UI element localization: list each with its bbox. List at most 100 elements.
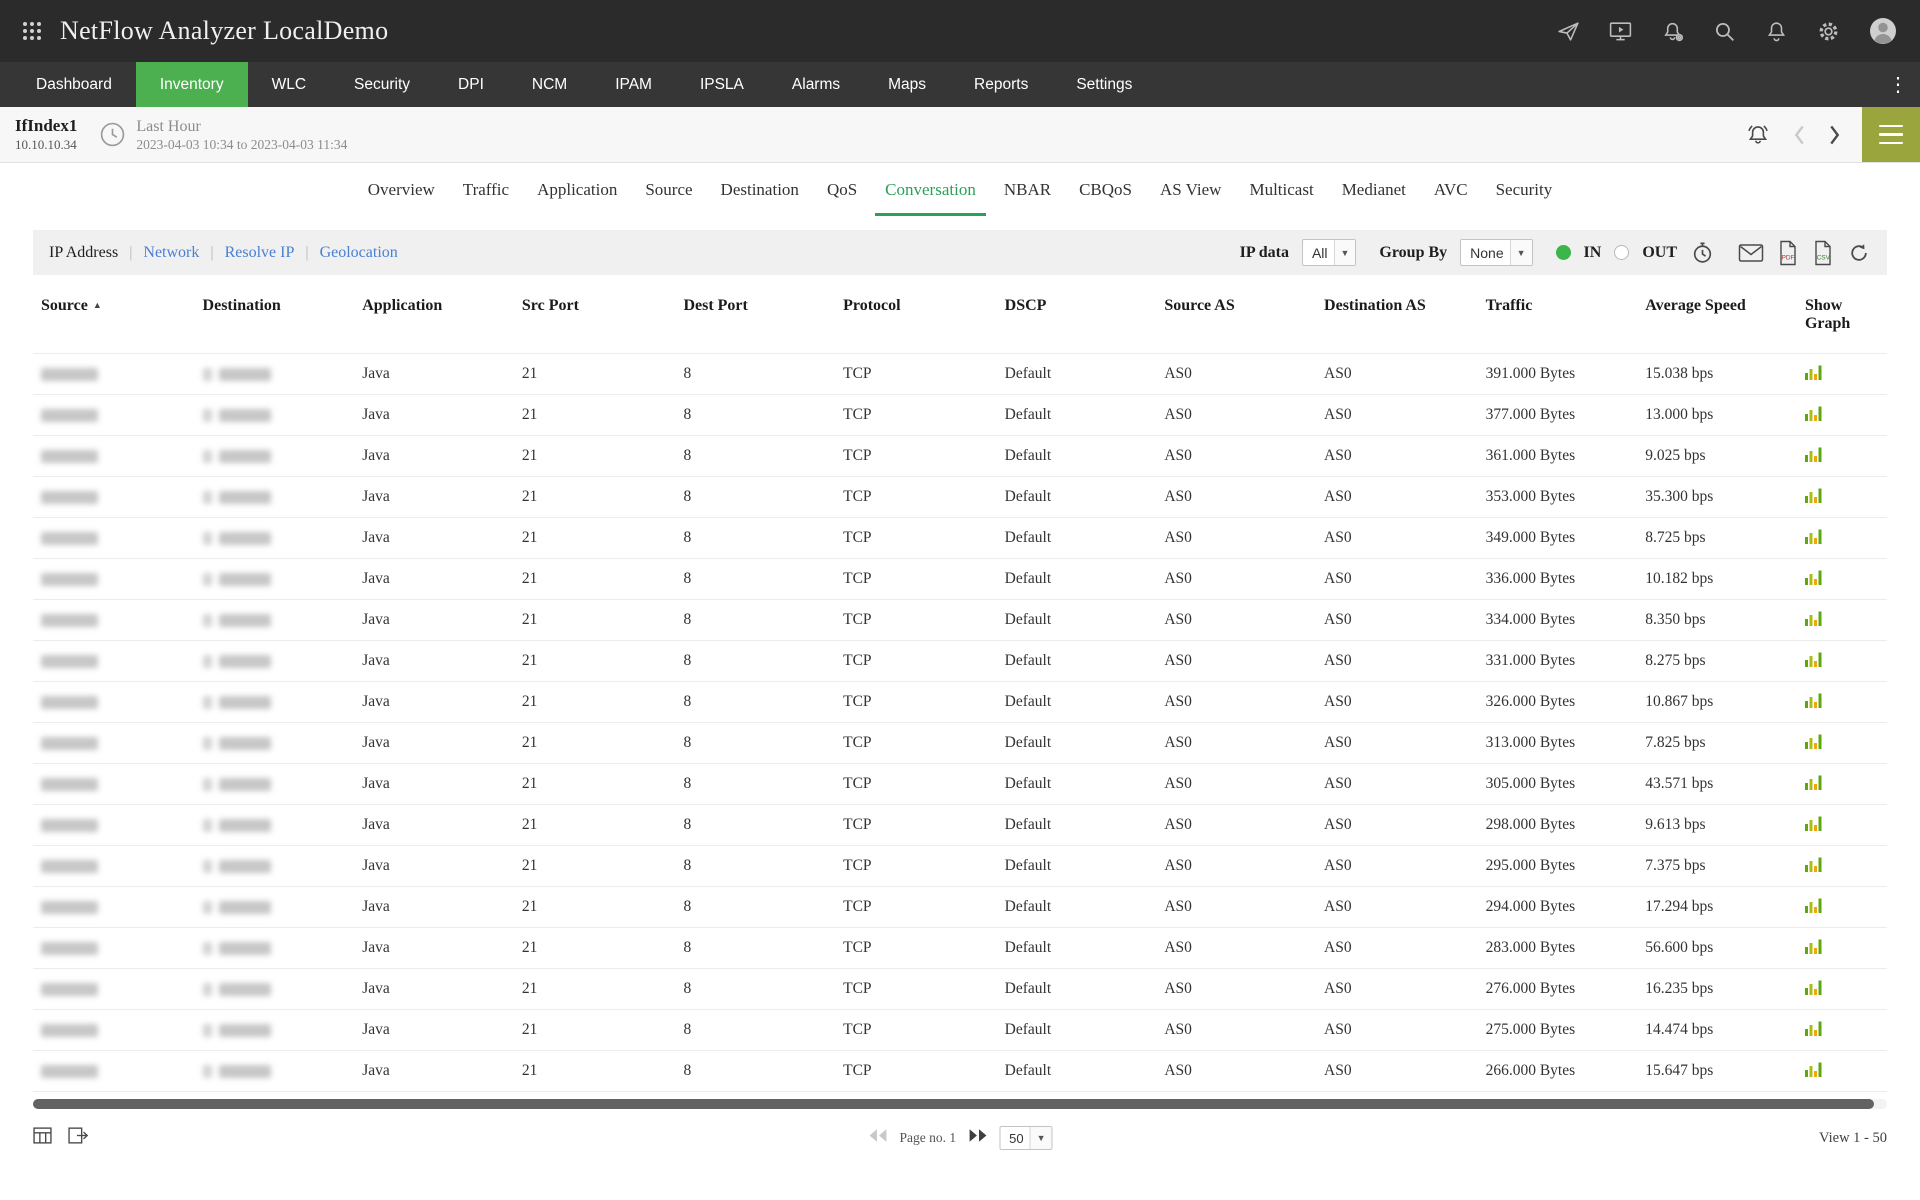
tab-multicast[interactable]: Multicast bbox=[1235, 163, 1327, 216]
bar-chart-icon[interactable] bbox=[1805, 405, 1823, 421]
column-header-destination[interactable]: Destination bbox=[195, 275, 355, 354]
scrollbar-thumb[interactable] bbox=[33, 1099, 1874, 1109]
filter-link-resolve-ip[interactable]: Resolve IP bbox=[225, 244, 295, 262]
refresh-icon[interactable] bbox=[1847, 241, 1871, 265]
bar-chart-icon[interactable] bbox=[1805, 856, 1823, 872]
nav-item-settings[interactable]: Settings bbox=[1052, 62, 1156, 107]
horizontal-scrollbar[interactable] bbox=[33, 1099, 1887, 1109]
bar-chart-icon[interactable] bbox=[1805, 815, 1823, 831]
bar-chart-icon[interactable] bbox=[1805, 897, 1823, 913]
column-header-application[interactable]: Application bbox=[354, 275, 514, 354]
ip-data-select[interactable]: All ▼ bbox=[1302, 239, 1356, 266]
bar-chart-icon[interactable] bbox=[1805, 692, 1823, 708]
column-header-destination-as[interactable]: Destination AS bbox=[1316, 275, 1478, 354]
alarm-bell-icon[interactable] bbox=[1744, 121, 1772, 149]
column-header-source-as[interactable]: Source AS bbox=[1156, 275, 1316, 354]
cell-application: Java bbox=[354, 1010, 514, 1051]
cell-traffic: 334.000 Bytes bbox=[1478, 600, 1638, 641]
export-pdf-icon[interactable]: PDF bbox=[1777, 240, 1799, 266]
column-header-protocol[interactable]: Protocol bbox=[835, 275, 997, 354]
tab-traffic[interactable]: Traffic bbox=[449, 163, 523, 216]
nav-item-ipsla[interactable]: IPSLA bbox=[676, 62, 768, 107]
tab-as-view[interactable]: AS View bbox=[1146, 163, 1235, 216]
apps-grid-icon[interactable] bbox=[22, 21, 42, 41]
tab-overview[interactable]: Overview bbox=[354, 163, 449, 216]
bar-chart-icon[interactable] bbox=[1805, 733, 1823, 749]
cell-dest-port: 8 bbox=[675, 518, 835, 559]
tab-qos[interactable]: QoS bbox=[813, 163, 871, 216]
tab-cbqos[interactable]: CBQoS bbox=[1065, 163, 1146, 216]
nav-item-dpi[interactable]: DPI bbox=[434, 62, 508, 107]
bar-chart-icon[interactable] bbox=[1805, 1020, 1823, 1036]
bar-chart-icon[interactable] bbox=[1805, 569, 1823, 585]
in-radio[interactable] bbox=[1556, 245, 1571, 260]
tab-avc[interactable]: AVC bbox=[1420, 163, 1482, 216]
cell-src-port: 21 bbox=[514, 887, 676, 928]
device-info: IfIndex1 10.10.10.34 bbox=[15, 116, 77, 152]
next-interface-icon[interactable] bbox=[1827, 123, 1842, 147]
bar-chart-icon[interactable] bbox=[1805, 528, 1823, 544]
nav-item-reports[interactable]: Reports bbox=[950, 62, 1052, 107]
column-header-src-port[interactable]: Src Port bbox=[514, 275, 676, 354]
stopwatch-icon[interactable] bbox=[1690, 240, 1715, 265]
filter-link-network[interactable]: Network bbox=[143, 244, 199, 262]
cell-source bbox=[33, 477, 195, 518]
group-by-label: Group By bbox=[1379, 244, 1447, 262]
filter-link-ip-address[interactable]: IP Address bbox=[49, 244, 118, 262]
column-header-traffic[interactable]: Traffic bbox=[1478, 275, 1638, 354]
user-avatar[interactable] bbox=[1868, 16, 1898, 46]
filter-link-geolocation[interactable]: Geolocation bbox=[320, 244, 398, 262]
nav-item-dashboard[interactable]: Dashboard bbox=[12, 62, 136, 107]
nav-item-maps[interactable]: Maps bbox=[864, 62, 950, 107]
prev-interface-icon[interactable] bbox=[1792, 123, 1807, 147]
bar-chart-icon[interactable] bbox=[1805, 1061, 1823, 1077]
tab-source[interactable]: Source bbox=[631, 163, 706, 216]
bar-chart-icon[interactable] bbox=[1805, 364, 1823, 380]
clock-icon[interactable] bbox=[99, 121, 126, 148]
first-page-icon[interactable] bbox=[867, 1128, 888, 1148]
nav-item-ncm[interactable]: NCM bbox=[508, 62, 591, 107]
bar-chart-icon[interactable] bbox=[1805, 979, 1823, 995]
column-header-dest-port[interactable]: Dest Port bbox=[675, 275, 835, 354]
nav-item-security[interactable]: Security bbox=[330, 62, 434, 107]
bar-chart-icon[interactable] bbox=[1805, 610, 1823, 626]
alarm-settings-icon[interactable] bbox=[1660, 19, 1685, 44]
search-icon[interactable] bbox=[1712, 19, 1737, 44]
page-size-select[interactable]: 50 ▼ bbox=[999, 1126, 1052, 1150]
time-period[interactable]: Last Hour 2023-04-03 10:34 to 2023-04-03… bbox=[136, 117, 347, 153]
export-table-icon[interactable] bbox=[68, 1127, 89, 1149]
next-page-icon[interactable] bbox=[967, 1128, 988, 1148]
tab-destination[interactable]: Destination bbox=[707, 163, 813, 216]
tab-conversation[interactable]: Conversation bbox=[871, 163, 990, 216]
nav-more-menu-icon[interactable]: ⋮ bbox=[1876, 62, 1920, 107]
bar-chart-icon[interactable] bbox=[1805, 487, 1823, 503]
bar-chart-icon[interactable] bbox=[1805, 938, 1823, 954]
nav-item-ipam[interactable]: IPAM bbox=[591, 62, 676, 107]
tab-medianet[interactable]: Medianet bbox=[1328, 163, 1420, 216]
table-settings-icon[interactable] bbox=[33, 1127, 52, 1149]
email-icon[interactable] bbox=[1738, 243, 1764, 263]
screen-share-icon[interactable] bbox=[1608, 19, 1633, 44]
conversation-content: IP Address|Network|Resolve IP|Geolocatio… bbox=[0, 216, 1920, 1109]
column-header-show-graph[interactable]: Show Graph bbox=[1797, 275, 1887, 354]
bar-chart-icon[interactable] bbox=[1805, 774, 1823, 790]
column-header-source[interactable]: Source▲ bbox=[33, 275, 195, 354]
settings-gear-icon[interactable] bbox=[1816, 19, 1841, 44]
launch-icon[interactable] bbox=[1556, 19, 1581, 44]
interface-menu-button[interactable] bbox=[1862, 107, 1920, 162]
bar-chart-icon[interactable] bbox=[1805, 651, 1823, 667]
export-csv-icon[interactable]: CSV bbox=[1812, 240, 1834, 266]
bar-chart-icon[interactable] bbox=[1805, 446, 1823, 462]
out-radio[interactable] bbox=[1614, 245, 1629, 260]
notifications-bell-icon[interactable] bbox=[1764, 19, 1789, 44]
nav-item-alarms[interactable]: Alarms bbox=[768, 62, 864, 107]
nav-item-wlc[interactable]: WLC bbox=[248, 62, 330, 107]
group-by-select[interactable]: None ▼ bbox=[1460, 239, 1532, 266]
nav-item-inventory[interactable]: Inventory bbox=[136, 62, 248, 107]
tab-security[interactable]: Security bbox=[1482, 163, 1567, 216]
pagination: Page no. 1 50 ▼ bbox=[867, 1126, 1052, 1150]
column-header-dscp[interactable]: DSCP bbox=[997, 275, 1157, 354]
tab-application[interactable]: Application bbox=[523, 163, 631, 216]
tab-nbar[interactable]: NBAR bbox=[990, 163, 1065, 216]
column-header-average-speed[interactable]: Average Speed bbox=[1637, 275, 1797, 354]
